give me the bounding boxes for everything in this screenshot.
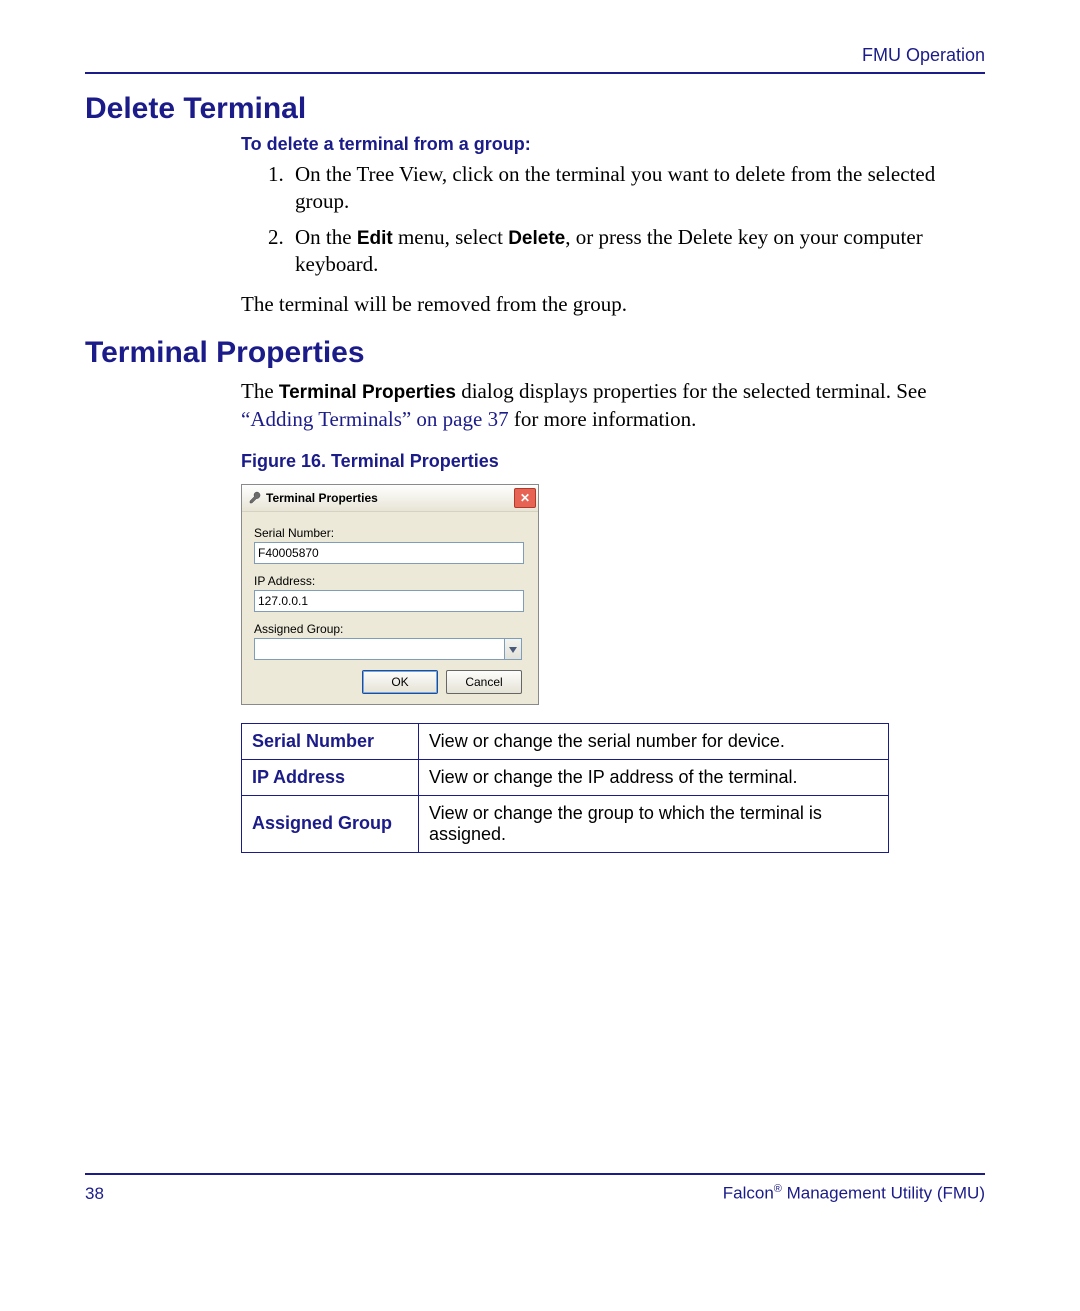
ip-address-input[interactable]	[254, 590, 524, 612]
figure-caption: Figure 16. Terminal Properties	[241, 451, 985, 472]
serial-number-input[interactable]	[254, 542, 524, 564]
tp-intro-pre: The	[241, 379, 279, 403]
subheading-delete: To delete a terminal from a group:	[241, 134, 985, 155]
prop-desc-group: View or change the group to which the te…	[419, 795, 889, 852]
page-header: FMU Operation	[85, 45, 985, 72]
chevron-down-icon	[509, 642, 517, 656]
delete-steps-list: On the Tree View, click on the terminal …	[241, 161, 985, 279]
page-footer: 38 Falcon® Management Utility (FMU)	[85, 1173, 985, 1204]
tp-bold: Terminal Properties	[279, 382, 456, 403]
wrench-icon	[248, 491, 262, 505]
heading-terminal-properties: Terminal Properties	[85, 336, 985, 370]
tp-intro-post: for more information.	[509, 407, 697, 431]
properties-table: Serial Number View or change the serial …	[241, 723, 889, 853]
cancel-button[interactable]: Cancel	[446, 670, 522, 694]
prop-desc-ip: View or change the IP address of the ter…	[419, 759, 889, 795]
ip-address-label: IP Address:	[254, 574, 526, 588]
step-2-pre: On the	[295, 225, 357, 249]
header-rule	[85, 72, 985, 74]
product-pre: Falcon	[723, 1184, 774, 1203]
step-2-mid: menu, select	[393, 225, 508, 249]
assigned-group-dropdown-button[interactable]	[504, 638, 522, 660]
table-row: IP Address View or change the IP address…	[242, 759, 889, 795]
step-1: On the Tree View, click on the terminal …	[289, 161, 985, 216]
registered-mark: ®	[774, 1183, 782, 1195]
prop-key-serial: Serial Number	[242, 723, 419, 759]
serial-number-label: Serial Number:	[254, 526, 526, 540]
heading-delete-terminal: Delete Terminal	[85, 92, 985, 126]
terminal-properties-intro: The Terminal Properties dialog displays …	[241, 378, 985, 433]
dialog-titlebar: Terminal Properties ✕	[242, 485, 538, 512]
table-row: Assigned Group View or change the group …	[242, 795, 889, 852]
terminal-properties-dialog: Terminal Properties ✕ Serial Number: IP …	[241, 484, 539, 705]
xref-adding-terminals[interactable]: “Adding Terminals” on page 37	[241, 407, 509, 431]
table-row: Serial Number View or change the serial …	[242, 723, 889, 759]
prop-desc-serial: View or change the serial number for dev…	[419, 723, 889, 759]
delete-result-text: The terminal will be removed from the gr…	[241, 291, 985, 318]
page-number: 38	[85, 1184, 104, 1204]
assigned-group-label: Assigned Group:	[254, 622, 526, 636]
delete-menu-label: Delete	[508, 228, 565, 249]
prop-key-group: Assigned Group	[242, 795, 419, 852]
assigned-group-input[interactable]	[254, 638, 504, 660]
dialog-title: Terminal Properties	[266, 491, 378, 505]
ok-button[interactable]: OK	[362, 670, 438, 694]
product-post: Management Utility (FMU)	[782, 1184, 985, 1203]
edit-menu-label: Edit	[357, 228, 393, 249]
step-2: On the Edit menu, select Delete, or pres…	[289, 224, 985, 279]
prop-key-ip: IP Address	[242, 759, 419, 795]
product-name: Falcon® Management Utility (FMU)	[723, 1183, 985, 1204]
close-icon: ✕	[520, 492, 530, 504]
assigned-group-combo[interactable]	[254, 638, 522, 660]
tp-intro-mid: dialog displays properties for the selec…	[456, 379, 927, 403]
close-button[interactable]: ✕	[514, 488, 536, 508]
